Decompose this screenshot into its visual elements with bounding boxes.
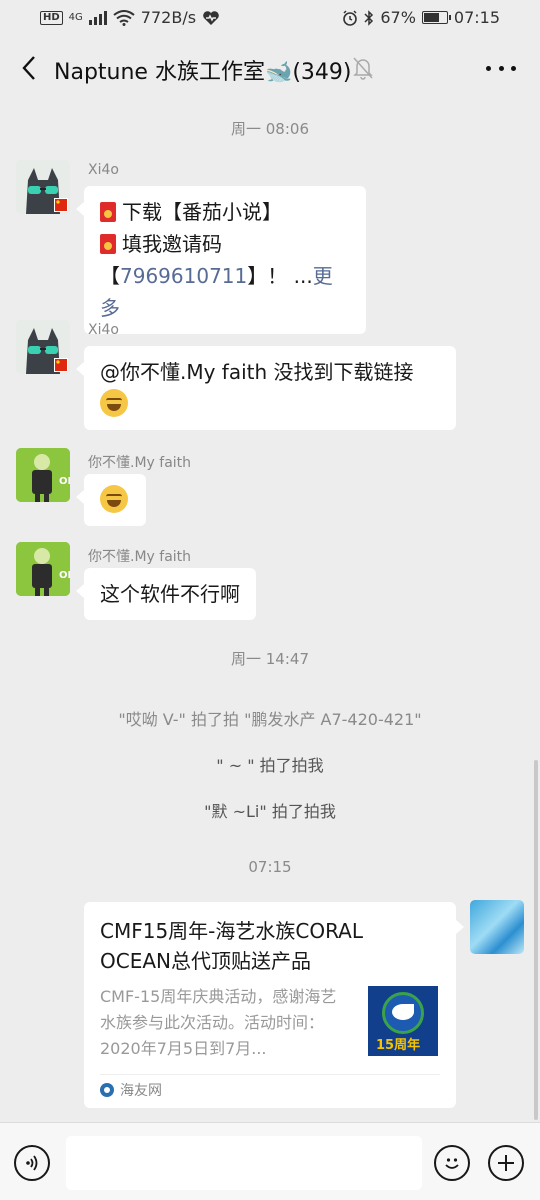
plus-icon [498,1155,514,1171]
status-right: 67% 07:15 [342,8,500,27]
message-text: 这个软件不行啊 [100,582,240,606]
timestamp: 07:15 [248,858,292,876]
message-bubble[interactable]: 下载【番茄小说】 填我邀请码 【7969610711】！ ...更多 [76,186,366,334]
thumbnail-badge: 15周年 [376,1038,421,1053]
sender-name: Xi4o [88,322,119,338]
facepalm-emoji-icon [100,485,128,513]
divider [100,1074,440,1075]
svg-text:ON: ON [59,476,70,487]
avatar[interactable] [16,320,70,374]
card-thumbnail: 15周年 [368,986,438,1056]
smiley-icon [445,1158,459,1169]
bluetooth-icon [364,9,374,26]
timestamp: 周一 14:47 [231,650,309,668]
input-bar [0,1122,540,1200]
card-source: 海友网 [100,1080,162,1100]
more-options-button[interactable] [486,58,516,78]
facepalm-emoji-icon [100,389,128,417]
sender-name: 你不懂.My faith [88,549,192,565]
red-envelope-icon [100,234,116,254]
link-card[interactable]: CMF15周年-海艺水族CORAL OCEAN总代顶贴送产品 CMF-15周年庆… [84,902,464,1108]
back-button[interactable] [14,52,44,84]
timestamp: 周一 08:06 [231,120,309,138]
voice-icon [26,1155,38,1171]
fish-icon [392,1004,414,1020]
system-pat-message: "哎呦 V-" 拍了拍 "鹏发水产 A7-420-421" [118,710,422,729]
source-logo-icon [100,1083,114,1097]
invite-code-link[interactable]: 7969610711 [120,264,247,288]
message-text: @你不懂.My faith 没找到下载链接 [100,360,414,384]
more-functions-button[interactable] [488,1145,524,1181]
card-description: CMF-15周年庆典活动，感谢海艺水族参与此次活动。活动时间：2020年7月5日… [100,987,337,1058]
card-title: CMF15周年-海艺水族CORAL OCEAN总代顶贴送产品 [100,919,364,973]
message-line: 填我邀请码 [100,228,350,260]
avatar[interactable] [16,160,70,214]
voice-button[interactable] [14,1145,50,1181]
message-text: 【 [100,264,120,288]
signal-icon [88,10,107,25]
message-bubble[interactable] [76,474,146,526]
clock: 07:15 [453,8,500,27]
dot-icon [511,65,516,71]
emoji-button[interactable] [434,1145,470,1181]
message-bubble[interactable]: 这个软件不行啊 [76,568,256,620]
message-input[interactable] [66,1136,422,1190]
system-pat-message: "默 ~Li" 拍了拍我 [204,802,336,821]
red-envelope-icon [100,202,116,222]
message-text: 填我邀请码 [122,232,222,256]
dot-icon [498,65,504,71]
heart-rate-icon [203,10,219,25]
message-line: 下载【番茄小说】 [100,196,350,228]
message-text: 】！ ... [247,264,313,288]
source-name: 海友网 [120,1083,162,1099]
system-pat-message: " ~ " 拍了拍我 [216,756,324,775]
battery-percent: 67% [380,8,416,27]
sender-name: 你不懂.My faith [88,455,192,471]
sender-name: Xi4o [88,162,119,178]
scrollbar[interactable] [534,760,538,1120]
chevron-left-icon [22,56,35,80]
chat-header: Naptune 水族工作室🐋(349) [0,36,540,100]
message-text: 下载【番茄小说】 [122,200,282,224]
dot-icon [486,65,491,71]
chat-title: Naptune 水族工作室🐋(349) [54,60,352,85]
message-line: 【7969610711】！ ...更多 [100,260,350,324]
status-left: HD 4G 772B/s [40,8,220,27]
network-speed: 772B/s [140,8,197,27]
avatar[interactable]: ON [16,448,70,502]
message-bubble[interactable]: @你不懂.My faith 没找到下载链接 [76,346,456,430]
status-bar: HD 4G 772B/s 67% 07:15 [0,0,540,36]
network-type: 4G [68,12,83,23]
svg-text:ON: ON [59,570,70,581]
chat-area[interactable]: 周一 08:06 Xi4o 下载【番茄小说】 填我邀请码 【7969610711… [0,100,540,1122]
avatar[interactable]: ON [16,542,70,596]
mute-bell-icon [353,57,373,80]
my-avatar[interactable] [470,900,524,954]
network-badge: HD [40,10,63,25]
battery-icon [421,11,451,24]
alarm-icon [343,9,358,26]
wifi-icon [113,9,135,26]
